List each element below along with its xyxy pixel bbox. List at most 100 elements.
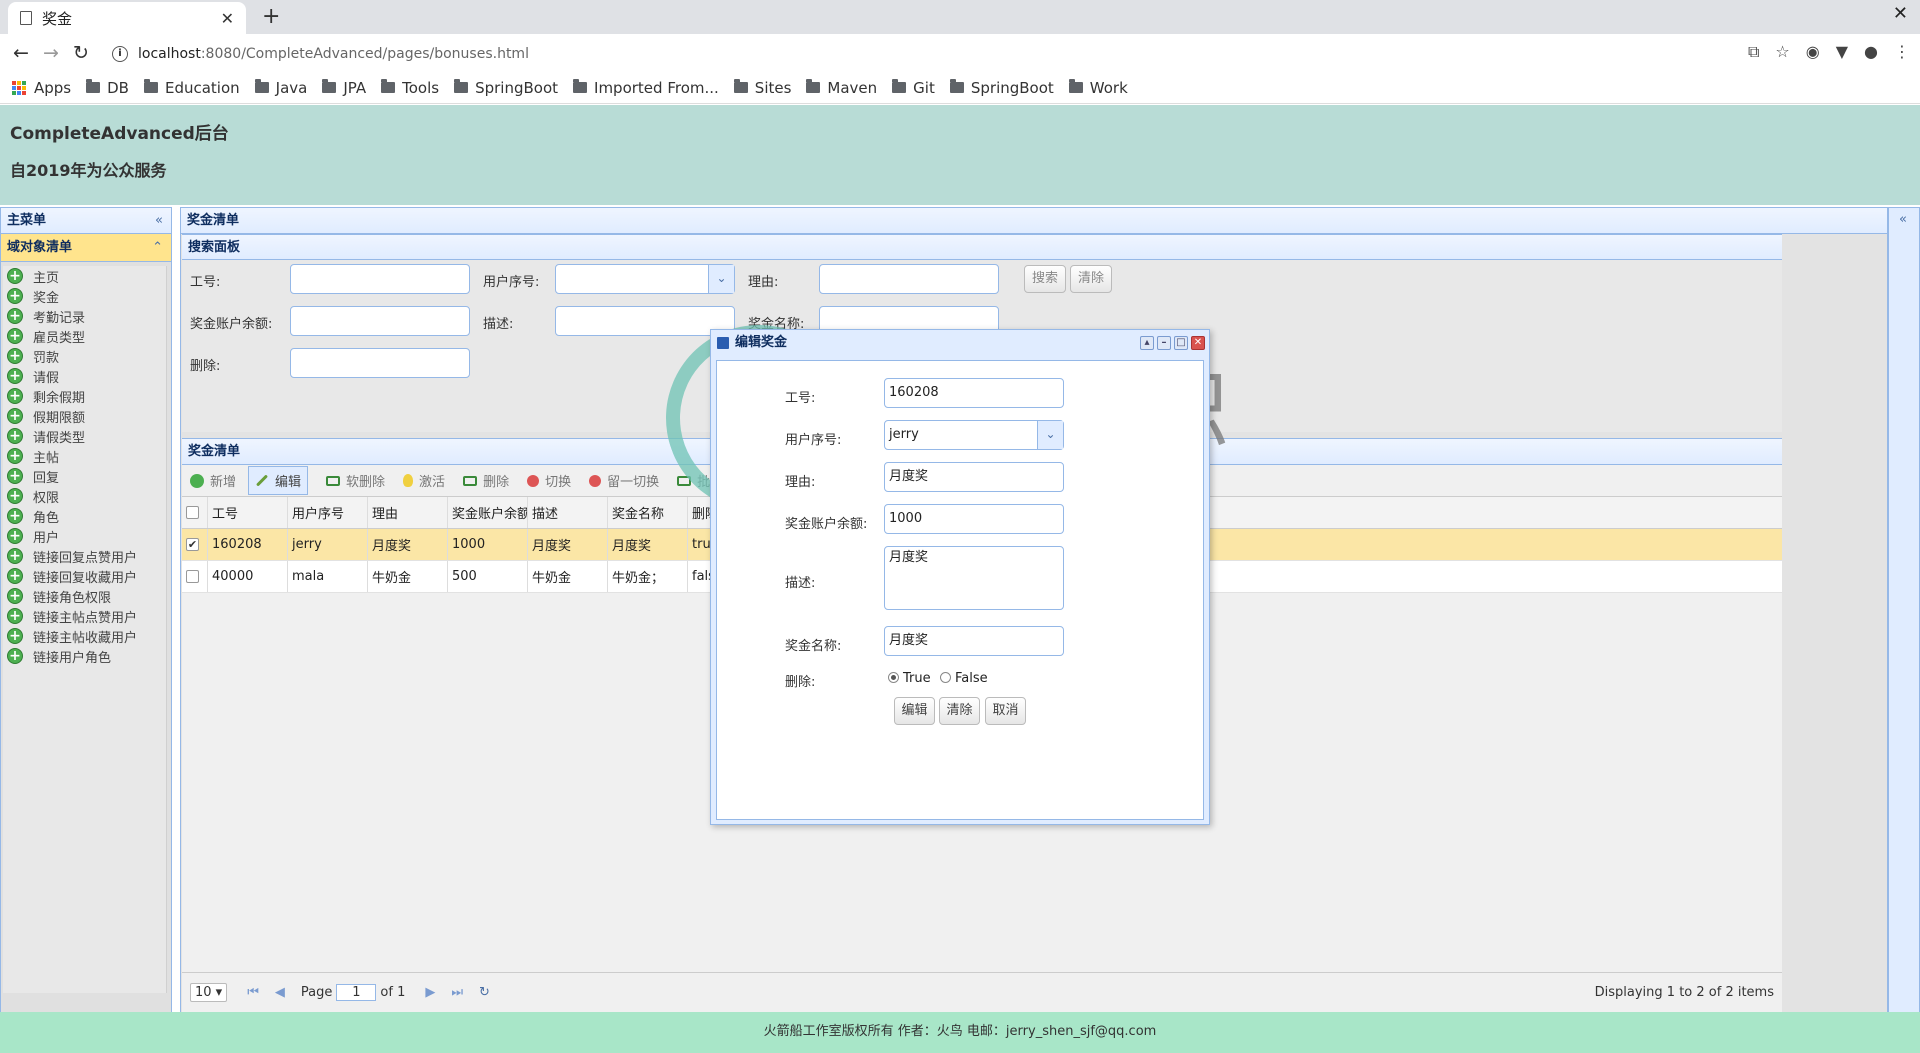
bookmark-item[interactable]: SpringBoot <box>949 79 1054 97</box>
dlg-clear-button[interactable]: 清除 <box>939 697 980 725</box>
dlg-emp-no-input[interactable]: 160208 <box>884 378 1064 408</box>
menu-icon[interactable]: ⋮ <box>1894 42 1910 62</box>
search-button[interactable]: 搜索 <box>1024 265 1066 293</box>
new-tab-icon[interactable]: + <box>262 4 280 29</box>
close-icon[interactable]: ✕ <box>1191 336 1205 350</box>
dlg-edit-button[interactable]: 编辑 <box>894 697 935 725</box>
maximize-icon[interactable]: □ <box>1174 336 1188 350</box>
clear-button[interactable]: 清除 <box>1070 265 1112 293</box>
column-header[interactable]: 工号 <box>208 497 288 528</box>
dlg-cancel-button[interactable]: 取消 <box>985 697 1026 725</box>
chevron-down-icon[interactable]: ⌄ <box>1037 421 1063 449</box>
menu-item[interactable]: + 回复 <box>3 466 166 486</box>
menu-item[interactable]: + 主页 <box>3 266 166 286</box>
menu-item[interactable]: + 假期限额 <box>3 406 166 426</box>
page-size-select[interactable]: 10 ▾ <box>190 983 228 1002</box>
column-header[interactable]: 用户序号 <box>288 497 368 528</box>
prev-page-icon[interactable]: ◀ <box>275 985 285 1000</box>
dlg-name-input[interactable]: 月度奖 <box>884 626 1064 656</box>
accordion-header[interactable]: 域对象清单 ⌃ <box>1 234 171 262</box>
row-checkbox[interactable] <box>186 570 199 583</box>
extension-icon[interactable]: ◉ <box>1806 42 1820 62</box>
delete-button[interactable]: 删除 <box>463 471 509 490</box>
desc-input[interactable] <box>555 306 735 336</box>
menu-item[interactable]: + 链接主帖收藏用户 <box>3 626 166 646</box>
bookmark-item[interactable]: Apps <box>12 79 71 97</box>
star-icon[interactable]: ☆ <box>1775 42 1789 62</box>
activate-button[interactable]: 激活 <box>403 471 445 490</box>
menu-item[interactable]: + 请假 <box>3 366 166 386</box>
browser-tab[interactable]: 奖金 ✕ <box>8 2 246 34</box>
menu-item[interactable]: + 主帖 <box>3 446 166 466</box>
select-all-checkbox[interactable] <box>186 506 199 519</box>
menu-item[interactable]: + 角色 <box>3 506 166 526</box>
deleted-true-radio[interactable]: True <box>888 671 931 686</box>
back-icon[interactable]: ← <box>6 42 36 64</box>
menu-item[interactable]: + 雇员类型 <box>3 326 166 346</box>
menu-item[interactable]: + 权限 <box>3 486 166 506</box>
bookmark-item[interactable]: Work <box>1068 79 1128 97</box>
bookmark-item[interactable]: Maven <box>806 79 877 97</box>
balance-input[interactable] <box>290 306 470 336</box>
forward-icon[interactable]: → <box>36 42 66 64</box>
profile-icon[interactable]: ● <box>1864 42 1878 62</box>
row-checkbox[interactable]: ✔ <box>186 538 199 551</box>
menu-item[interactable]: + 奖金 <box>3 286 166 306</box>
collapse-left-icon[interactable]: « <box>155 208 163 233</box>
dlg-balance-input[interactable]: 1000 <box>884 504 1064 534</box>
bookmark-item[interactable]: Education <box>143 79 240 97</box>
minimize-icon[interactable]: – <box>1157 336 1171 350</box>
bookmark-item[interactable]: Java <box>254 79 307 97</box>
menu-item[interactable]: + 链接回复收藏用户 <box>3 566 166 586</box>
dlg-user-select[interactable]: jerry ⌄ <box>884 420 1064 450</box>
last-page-icon[interactable]: ⏭ <box>451 985 463 1000</box>
column-header[interactable]: 奖金名称 <box>608 497 688 528</box>
address-bar[interactable]: i localhost:8080/CompleteAdvanced/pages/… <box>112 40 1662 68</box>
bookmark-item[interactable]: Tools <box>381 79 439 97</box>
bookmark-item[interactable]: Imported From... <box>573 79 719 97</box>
edit-button[interactable]: 编辑 <box>248 466 309 495</box>
reload-icon[interactable]: ↻ <box>66 42 96 64</box>
column-header[interactable]: 理由 <box>368 497 448 528</box>
first-page-icon[interactable]: ⏮ <box>247 985 259 1000</box>
deleted-false-radio[interactable]: False <box>940 671 988 686</box>
menu-item[interactable]: + 用户 <box>3 526 166 546</box>
column-header[interactable]: 奖金账户余额 <box>448 497 528 528</box>
bookmark-item[interactable]: SpringBoot <box>454 79 558 97</box>
collapse-icon[interactable]: ▴ <box>1140 336 1154 350</box>
add-button[interactable]: 新增 <box>190 471 236 490</box>
menu-item[interactable]: + 链接角色权限 <box>3 586 166 606</box>
deleted-input[interactable] <box>290 348 470 378</box>
menu-item[interactable]: + 链接用户角色 <box>3 646 166 666</box>
refresh-icon[interactable]: ↻ <box>479 985 490 1000</box>
bookmark-item[interactable]: JPA <box>322 79 366 97</box>
toggle-button[interactable]: 切换 <box>527 471 571 490</box>
vpn-icon[interactable]: ▼ <box>1836 42 1848 62</box>
close-window-icon[interactable]: ✕ <box>1893 3 1908 24</box>
page-number-input[interactable]: 1 <box>336 984 377 1001</box>
soft-delete-button[interactable]: 软删除 <box>326 471 385 490</box>
user-id-select[interactable]: ⌄ <box>555 264 735 294</box>
menu-item[interactable]: + 请假类型 <box>3 426 166 446</box>
dlg-desc-textarea[interactable]: 月度奖 <box>884 546 1064 610</box>
toggle-one-button[interactable]: 留一切换 <box>589 471 659 490</box>
bookmark-item[interactable]: Sites <box>733 79 791 97</box>
collapse-up-icon[interactable]: ⌃ <box>152 234 163 262</box>
bookmark-item[interactable]: Git <box>892 79 935 97</box>
info-icon[interactable]: i <box>112 46 128 62</box>
dlg-reason-input[interactable]: 月度奖 <box>884 462 1064 492</box>
menu-item[interactable]: + 考勤记录 <box>3 306 166 326</box>
close-tab-icon[interactable]: ✕ <box>221 9 234 28</box>
next-page-icon[interactable]: ▶ <box>425 985 435 1000</box>
menu-item[interactable]: + 链接回复点赞用户 <box>3 546 166 566</box>
menu-item[interactable]: + 剩余假期 <box>3 386 166 406</box>
menu-item[interactable]: + 链接主帖点赞用户 <box>3 606 166 626</box>
bookmark-item[interactable]: DB <box>86 79 129 97</box>
reason-input[interactable] <box>819 264 999 294</box>
chevron-down-icon[interactable]: ⌄ <box>708 265 734 293</box>
expand-right-icon[interactable]: « <box>1899 212 1907 227</box>
emp-no-input[interactable] <box>290 264 470 294</box>
translate-icon[interactable]: ⧉ <box>1748 42 1759 62</box>
column-header[interactable]: 描述 <box>528 497 608 528</box>
menu-item[interactable]: + 罚款 <box>3 346 166 366</box>
